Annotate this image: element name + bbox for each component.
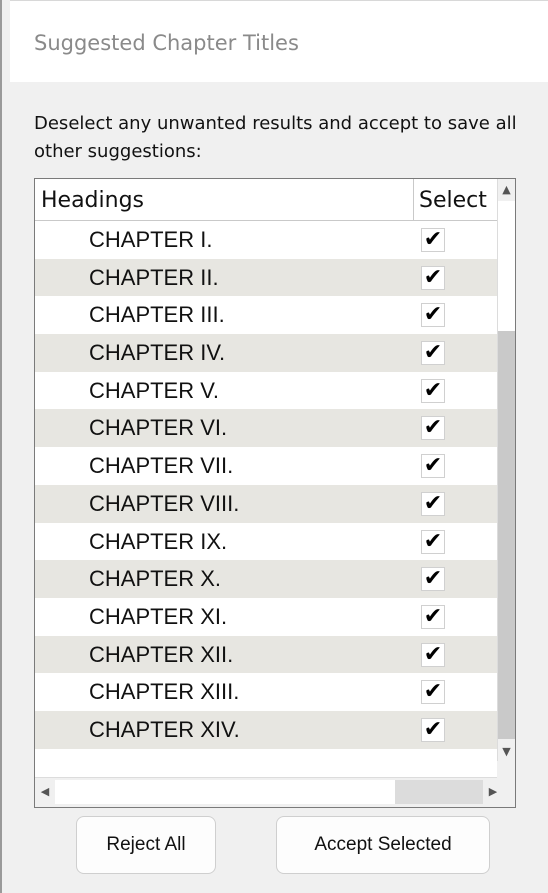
scrollbar-corner [497,761,515,807]
row-heading-label: CHAPTER VII. [89,453,234,479]
horizontal-scrollbar[interactable]: ◀ ▶ [35,777,505,807]
dialog-titlebar: Suggested Chapter Titles [10,0,548,82]
select-checkbox[interactable]: ✔ [421,491,445,516]
select-checkbox[interactable]: ✔ [421,303,445,328]
row-heading-label: CHAPTER II. [89,264,219,290]
table-row[interactable]: CHAPTER IV. ✔ [35,334,505,372]
row-heading-label: CHAPTER III. [89,302,225,328]
vertical-scroll-thumb[interactable] [498,331,515,739]
table-row[interactable]: CHAPTER X. ✔ [35,560,505,598]
horizontal-scroll-thumb[interactable] [395,780,483,804]
dialog-title: Suggested Chapter Titles [34,31,299,55]
select-checkbox[interactable]: ✔ [421,378,445,403]
select-checkbox[interactable]: ✔ [421,454,445,479]
table-row[interactable]: CHAPTER XI. ✔ [35,598,505,636]
chapter-list[interactable]: Headings Select CHAPTER I. ✔ CHAPTER II. ✔ C… [34,178,516,808]
reject-all-button[interactable]: Reject All [76,816,216,874]
dialog-body: Deselect any unwanted results and accept… [10,82,548,893]
row-heading-label: CHAPTER IX. [89,528,228,554]
table-row[interactable]: CHAPTER XIII. ✔ [35,673,505,711]
select-checkbox[interactable]: ✔ [421,680,445,705]
row-heading-label: CHAPTER V. [89,377,220,403]
scroll-down-arrow-icon[interactable]: ▼ [498,741,515,763]
table-row[interactable]: CHAPTER XIV. ✔ [35,710,505,749]
table-row[interactable]: CHAPTER II. ✔ [35,258,505,297]
table-row[interactable]: CHAPTER VI. ✔ [35,409,505,448]
select-checkbox[interactable]: ✔ [421,642,445,667]
table-row[interactable]: CHAPTER VIII. ✔ [35,484,505,523]
select-checkbox[interactable]: ✔ [421,265,445,290]
table-row[interactable]: CHAPTER XII. ✔ [35,635,505,674]
instructions-text: Deselect any unwanted results and accept… [34,113,517,162]
row-heading-label: CHAPTER XIII. [89,679,240,705]
select-checkbox[interactable]: ✔ [421,567,445,592]
list-rows: CHAPTER I. ✔ CHAPTER II. ✔ CHAPTER III. ✔ CHAP… [35,221,505,749]
list-header: Headings Select [35,179,505,221]
column-header-headings[interactable]: Headings [41,179,411,220]
table-row[interactable]: CHAPTER VII. ✔ [35,447,505,485]
select-checkbox[interactable]: ✔ [421,416,445,441]
table-row[interactable]: CHAPTER III. ✔ [35,296,505,334]
row-heading-label: CHAPTER X. [89,566,222,592]
table-row[interactable]: CHAPTER IX. ✔ [35,523,505,561]
vertical-scrollbar[interactable]: ▲ ▼ [497,179,515,763]
scroll-left-arrow-icon[interactable]: ◀ [35,778,55,806]
row-heading-label: CHAPTER I. [89,227,213,252]
accept-selected-button[interactable]: Accept Selected [276,816,490,874]
select-checkbox[interactable]: ✔ [421,228,445,252]
row-heading-label: CHAPTER XII. [89,641,234,667]
row-heading-label: CHAPTER IV. [89,340,226,366]
column-separator[interactable] [413,179,414,220]
row-heading-label: CHAPTER VIII. [89,490,240,516]
select-checkbox[interactable]: ✔ [421,717,445,742]
column-header-select[interactable]: Select [419,179,503,220]
select-checkbox[interactable]: ✔ [421,604,445,629]
window-left-edge [0,0,2,893]
table-row[interactable]: CHAPTER V. ✔ [35,372,505,410]
row-heading-label: CHAPTER XIV. [89,716,240,742]
row-heading-label: CHAPTER VI. [89,415,228,441]
select-checkbox[interactable]: ✔ [421,341,445,366]
vertical-scroll-track[interactable] [498,201,515,331]
table-row[interactable]: CHAPTER I. ✔ [35,221,505,259]
select-checkbox[interactable]: ✔ [421,529,445,554]
row-heading-label: CHAPTER XI. [89,603,228,629]
horizontal-scroll-track[interactable] [55,780,395,804]
scroll-up-arrow-icon[interactable]: ▲ [498,179,515,201]
